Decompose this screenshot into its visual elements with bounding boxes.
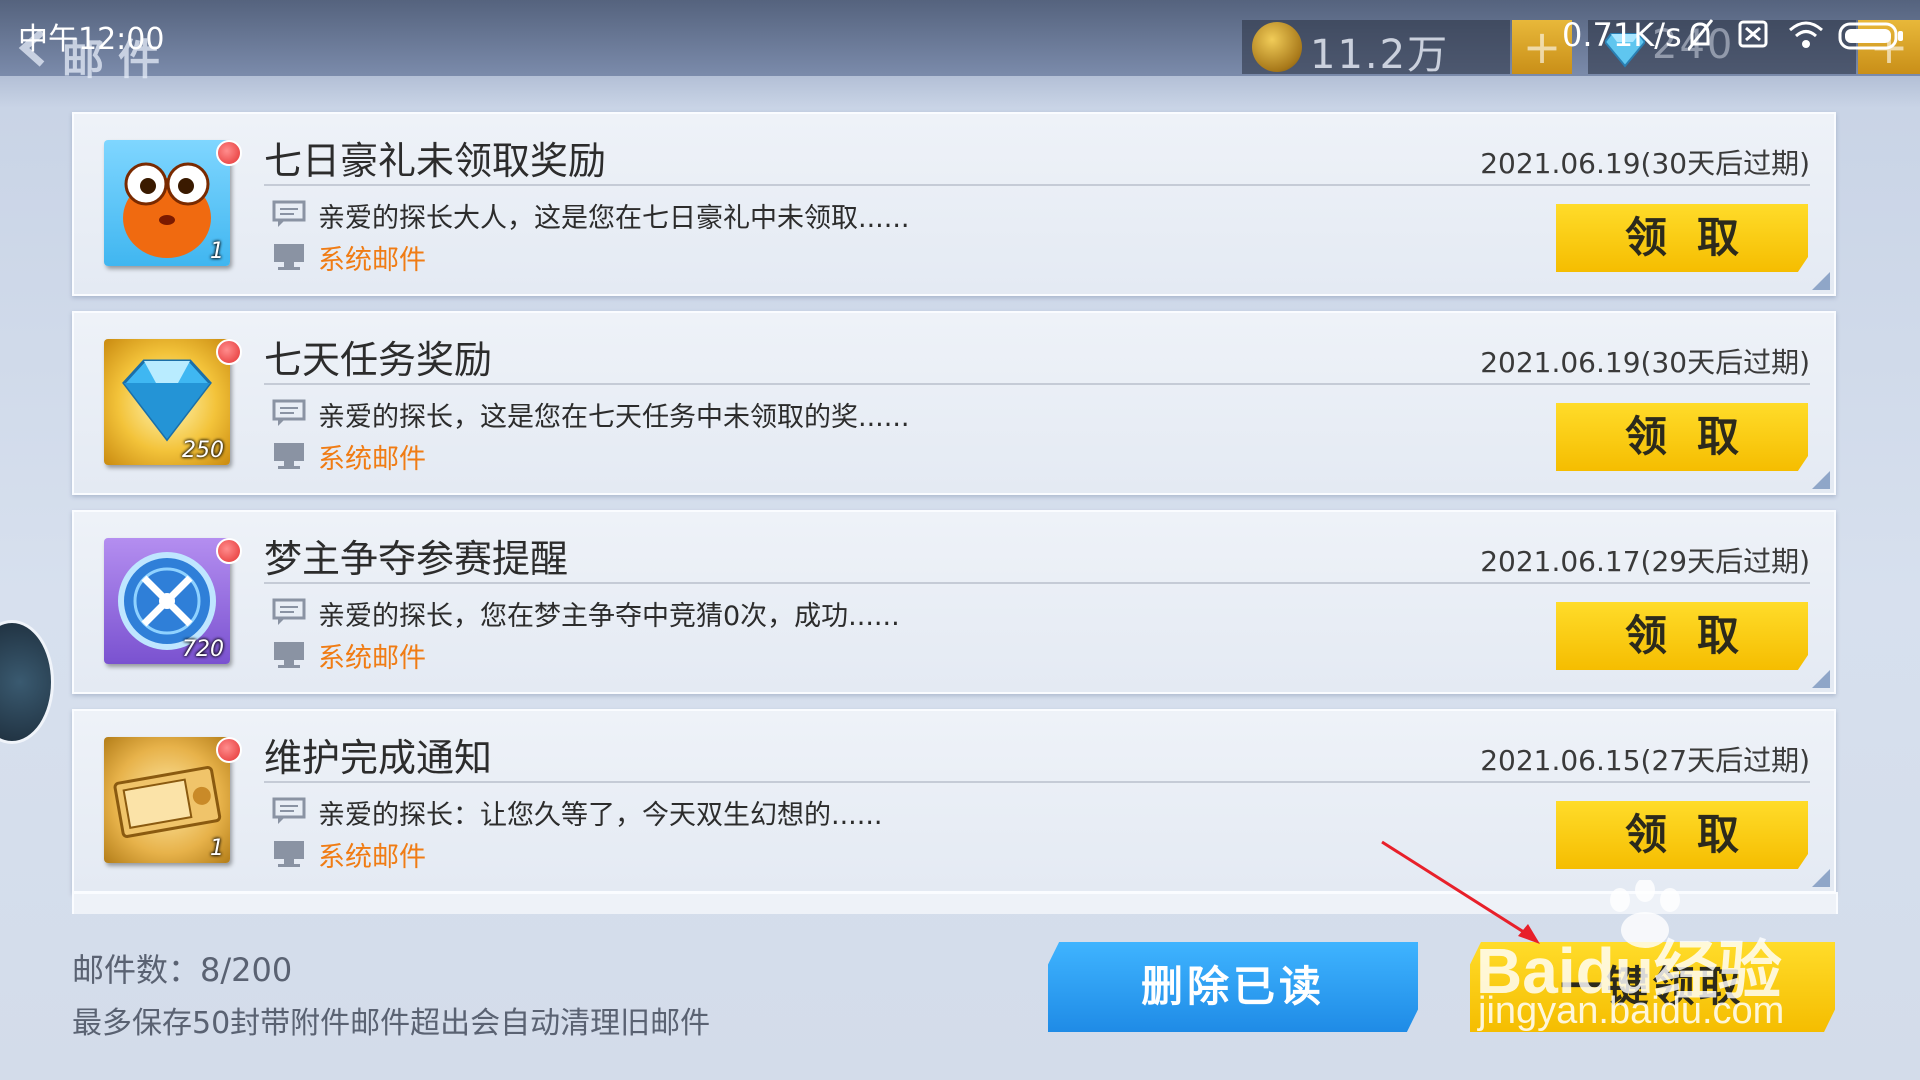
mail-date: 2021.06.15(27天后过期) xyxy=(1480,744,1810,777)
mail-item[interactable]: 1 维护完成通知 2021.06.15(27天后过期) 亲爱的探长：让您久等了，… xyxy=(72,709,1836,893)
divider xyxy=(264,184,1810,186)
mail-title: 梦主争夺参赛提醒 xyxy=(264,537,569,581)
claim-all-button[interactable]: 一键领取 xyxy=(1470,942,1835,1032)
gold-coin-icon xyxy=(1252,22,1302,72)
mail-preview: 亲爱的探长大人，这是您在七日豪礼中未领取...... xyxy=(318,203,910,234)
mail-date: 2021.06.19(30天后过期) xyxy=(1480,147,1810,180)
gold-amount: 11.2万 xyxy=(1310,32,1450,78)
mail-item[interactable]: 720 梦主争夺参赛提醒 2021.06.17(29天后过期) 亲爱的探长，您在… xyxy=(72,510,1836,694)
mail-sender: 系统邮件 xyxy=(318,444,426,475)
divider xyxy=(264,582,1810,584)
delete-read-button[interactable]: 删除已读 xyxy=(1048,942,1418,1032)
diamond-icon: 250 xyxy=(104,339,230,465)
message-icon xyxy=(272,598,306,625)
divider xyxy=(264,781,1810,783)
attachment-quantity: 720 xyxy=(182,637,224,662)
battery-icon xyxy=(1838,22,1903,50)
unread-dot xyxy=(216,339,242,365)
annotation-arrow-icon xyxy=(1381,840,1540,944)
summon-ticket-icon: 1 xyxy=(104,737,230,863)
next-mail-peek[interactable] xyxy=(72,892,1838,914)
mail-item[interactable]: 1 七日豪礼未领取奖励 2021.06.19(30天后过期) 亲爱的探长大人，这… xyxy=(72,112,1836,296)
message-icon xyxy=(272,200,306,227)
mail-preview: 亲爱的探长，您在梦主争夺中竞猜0次，成功...... xyxy=(318,601,900,632)
mail-title: 七天任务奖励 xyxy=(264,338,493,382)
mail-sender: 系统邮件 xyxy=(318,245,426,276)
attachment-quantity: 1 xyxy=(210,836,224,861)
unread-dot xyxy=(216,538,242,564)
message-icon xyxy=(272,797,306,824)
mail-list: 1 七日豪礼未领取奖励 2021.06.19(30天后过期) 亲爱的探长大人，这… xyxy=(72,112,1836,908)
computer-icon xyxy=(274,244,304,270)
claim-button[interactable]: 领取 xyxy=(1556,403,1808,471)
status-icons xyxy=(1688,19,1903,51)
computer-icon xyxy=(274,443,304,469)
card-corner xyxy=(1812,670,1830,688)
network-speed: 0.71K/s xyxy=(1562,16,1682,54)
mail-date: 2021.06.19(30天后过期) xyxy=(1480,346,1810,379)
attachment-quantity: 250 xyxy=(182,438,224,463)
mail-title: 维护完成通知 xyxy=(264,736,493,780)
computer-icon xyxy=(274,841,304,867)
card-corner xyxy=(1812,869,1830,887)
purple-coin-icon: 720 xyxy=(104,538,230,664)
side-mascot-icon[interactable] xyxy=(0,620,54,744)
mail-date: 2021.06.17(29天后过期) xyxy=(1480,545,1810,578)
attachment-quantity: 1 xyxy=(210,239,224,264)
unread-dot xyxy=(216,140,242,166)
orange-mascot-icon: 1 xyxy=(104,140,230,266)
claim-button[interactable]: 领取 xyxy=(1556,801,1808,869)
claim-button[interactable]: 领取 xyxy=(1556,602,1808,670)
card-corner xyxy=(1812,272,1830,290)
mail-preview: 亲爱的探长，这是您在七天任务中未领取的奖...... xyxy=(318,402,910,433)
mail-item[interactable]: 250 七天任务奖励 2021.06.19(30天后过期) 亲爱的探长，这是您在… xyxy=(72,311,1836,495)
storage-note: 最多保存50封带附件邮件超出会自动清理旧邮件 xyxy=(72,1006,711,1041)
mail-preview: 亲爱的探长：让您久等了，今天双生幻想的...... xyxy=(318,800,883,831)
divider xyxy=(264,383,1810,385)
claim-button[interactable]: 领取 xyxy=(1556,204,1808,272)
unread-dot xyxy=(216,737,242,763)
mail-title: 七日豪礼未领取奖励 xyxy=(264,139,607,183)
computer-icon xyxy=(274,642,304,668)
wifi-icon xyxy=(1789,21,1823,48)
mail-count: 邮件数：8/200 xyxy=(72,951,293,989)
status-time: 中午12:00 xyxy=(18,22,165,57)
card-corner xyxy=(1812,471,1830,489)
mute-bell-icon xyxy=(1688,19,1714,51)
message-icon xyxy=(272,399,306,426)
sim-icon xyxy=(1738,20,1768,48)
mail-sender: 系统邮件 xyxy=(318,643,426,674)
mail-sender: 系统邮件 xyxy=(318,842,426,873)
